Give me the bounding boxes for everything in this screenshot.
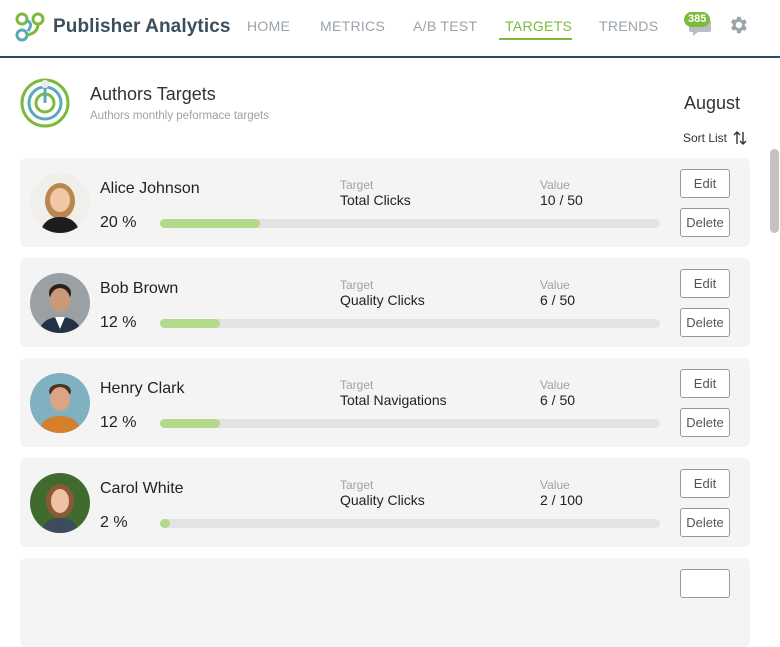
edit-button[interactable]: Edit — [680, 169, 730, 198]
brand[interactable]: Publisher Analytics — [14, 11, 231, 43]
notification-badge: 385 — [684, 12, 711, 27]
notifications-button[interactable]: 385 — [684, 12, 714, 40]
brand-logo-icon — [15, 12, 45, 42]
nav-targets[interactable]: TARGETS — [505, 18, 572, 34]
avatar — [30, 473, 90, 533]
active-tab-underline — [499, 38, 572, 40]
author-card: Alice Johnson 20 % Target Total Clicks V… — [20, 158, 750, 247]
progress-bar — [160, 219, 660, 228]
nav-ab-test[interactable]: A/B TEST — [413, 18, 477, 34]
scrollbar-thumb[interactable] — [770, 149, 779, 233]
avatar — [30, 173, 90, 233]
progress-bar-fill — [160, 519, 170, 528]
author-card: Bob Brown 12 % Target Quality Clicks Val… — [20, 258, 750, 347]
nav-trends[interactable]: TRENDS — [599, 18, 658, 34]
author-name: Alice Johnson — [100, 180, 200, 197]
target-value: Total Clicks — [340, 192, 411, 208]
page-subtitle: Authors monthly peformace targets — [90, 110, 269, 122]
progress-percent: 12 % — [100, 314, 137, 331]
author-card-partial — [20, 558, 750, 647]
delete-button[interactable]: Delete — [680, 408, 730, 437]
target-label: Target — [340, 478, 374, 492]
value-value: 10 / 50 — [540, 192, 583, 208]
progress-bar — [160, 419, 660, 428]
sort-arrows-icon — [733, 131, 747, 145]
progress-percent: 20 % — [100, 214, 137, 231]
author-card: Carol White 2 % Target Quality Clicks Va… — [20, 458, 750, 547]
sort-list-button[interactable]: Sort List — [683, 130, 747, 146]
author-name: Bob Brown — [100, 280, 179, 297]
value-label: Value — [540, 478, 570, 492]
sort-list-label: Sort List — [683, 131, 728, 145]
value-value: 6 / 50 — [540, 392, 576, 408]
nav-metrics[interactable]: METRICS — [320, 18, 385, 34]
value-value: 6 / 50 — [540, 292, 576, 308]
value-label: Value — [540, 278, 570, 292]
author-name: Henry Clark — [100, 380, 185, 397]
progress-bar — [160, 519, 660, 528]
progress-percent: 2 % — [100, 514, 128, 531]
nav-home[interactable]: HOME — [247, 18, 290, 34]
target-label: Target — [340, 178, 374, 192]
value-value: 2 / 100 — [540, 492, 583, 508]
author-card: Henry Clark 12 % Target Total Navigation… — [20, 358, 750, 447]
delete-button[interactable]: Delete — [680, 508, 730, 537]
avatar — [30, 373, 90, 433]
target-value: Quality Clicks — [340, 292, 425, 308]
edit-button[interactable] — [680, 569, 730, 598]
gear-icon — [731, 16, 747, 34]
progress-bar-fill — [160, 319, 220, 328]
target-label: Target — [340, 278, 374, 292]
value-label: Value — [540, 378, 570, 392]
target-icon — [20, 78, 70, 128]
target-value: Quality Clicks — [340, 492, 425, 508]
progress-bar-fill — [160, 219, 260, 228]
progress-bar — [160, 319, 660, 328]
brand-name: Publisher Analytics — [53, 16, 231, 37]
delete-button[interactable]: Delete — [680, 308, 730, 337]
month-label: August — [683, 93, 740, 113]
delete-button[interactable]: Delete — [680, 208, 730, 237]
target-value: Total Navigations — [340, 392, 447, 408]
avatar — [30, 273, 90, 333]
edit-button[interactable]: Edit — [680, 369, 730, 398]
target-label: Target — [340, 378, 374, 392]
top-navbar: Publisher Analytics HOME METRICS A/B TES… — [0, 0, 780, 58]
progress-percent: 12 % — [100, 414, 137, 431]
edit-button[interactable]: Edit — [680, 269, 730, 298]
author-name: Carol White — [100, 480, 184, 497]
page-title: Authors Targets — [90, 84, 216, 104]
progress-bar-fill — [160, 419, 220, 428]
edit-button[interactable]: Edit — [680, 469, 730, 498]
settings-button[interactable] — [727, 14, 749, 36]
value-label: Value — [540, 178, 570, 192]
